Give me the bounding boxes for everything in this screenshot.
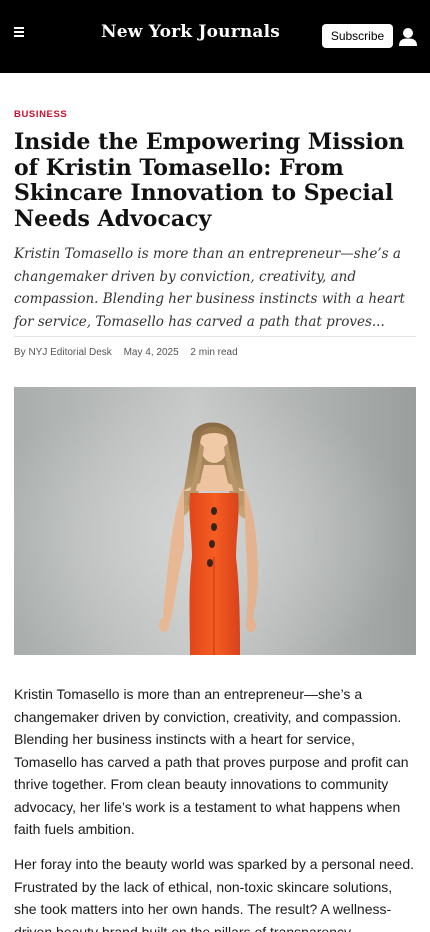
publish-date: May 4, 2025 <box>123 347 179 358</box>
article-paragraph: Her foray into the beauty world was spar… <box>14 856 415 932</box>
article-headline: Inside the Empowering Mission of Kristin… <box>14 129 405 232</box>
hero-image <box>14 387 416 655</box>
user-icon[interactable] <box>398 27 418 47</box>
top-navigation-bar: New York Journals Subscribe <box>0 0 430 73</box>
article-summary: Kristin Tomasello is more than an entrep… <box>14 246 405 330</box>
byline: By NYJ Editorial Desk <box>14 347 112 358</box>
article-category[interactable]: BUSINESS <box>14 109 67 120</box>
hamburger-menu-icon[interactable] <box>14 27 25 37</box>
article-paragraph: Kristin Tomasello is more than an entrep… <box>14 686 409 837</box>
divider <box>14 336 416 337</box>
article-meta: By NYJ Editorial Desk May 4, 2025 2 min … <box>14 347 247 358</box>
read-time: 2 min read <box>190 347 238 358</box>
site-logo[interactable]: New York Journals <box>101 22 280 42</box>
subscribe-button[interactable]: Subscribe <box>322 24 393 48</box>
